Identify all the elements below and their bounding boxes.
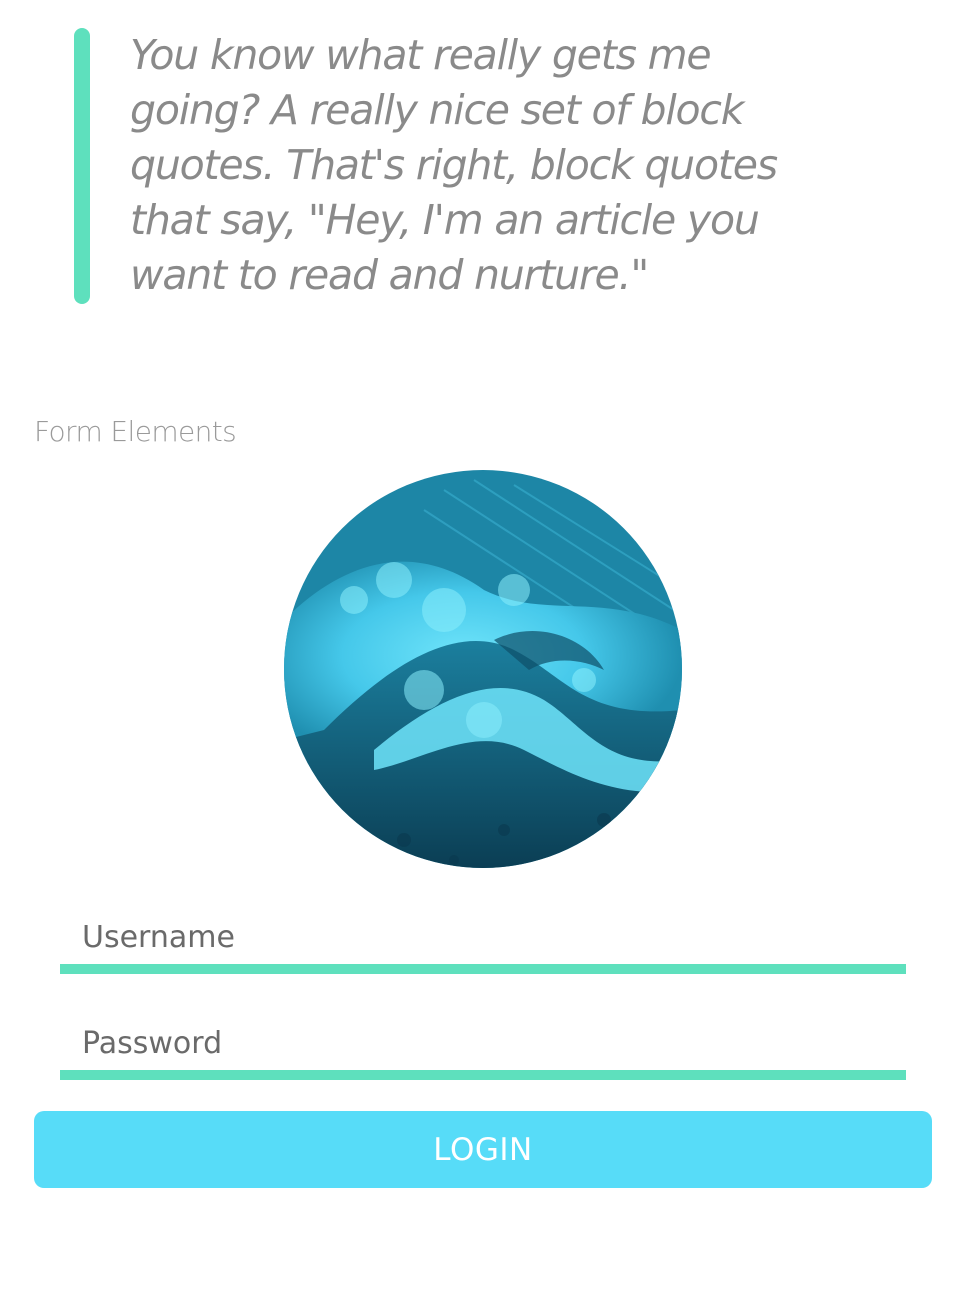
block-quote: You know what really gets me going? A re… — [74, 28, 844, 304]
username-field — [60, 910, 906, 974]
login-button[interactable]: LOGIN — [34, 1111, 932, 1188]
password-field — [60, 1016, 906, 1080]
password-input[interactable] — [60, 1016, 906, 1080]
section-label-form-elements: Form Elements — [34, 415, 237, 448]
ocean-wave-image — [284, 470, 682, 868]
quote-accent-bar — [74, 28, 90, 304]
quote-text: You know what really gets me going? A re… — [130, 31, 778, 299]
username-input[interactable] — [60, 910, 906, 974]
